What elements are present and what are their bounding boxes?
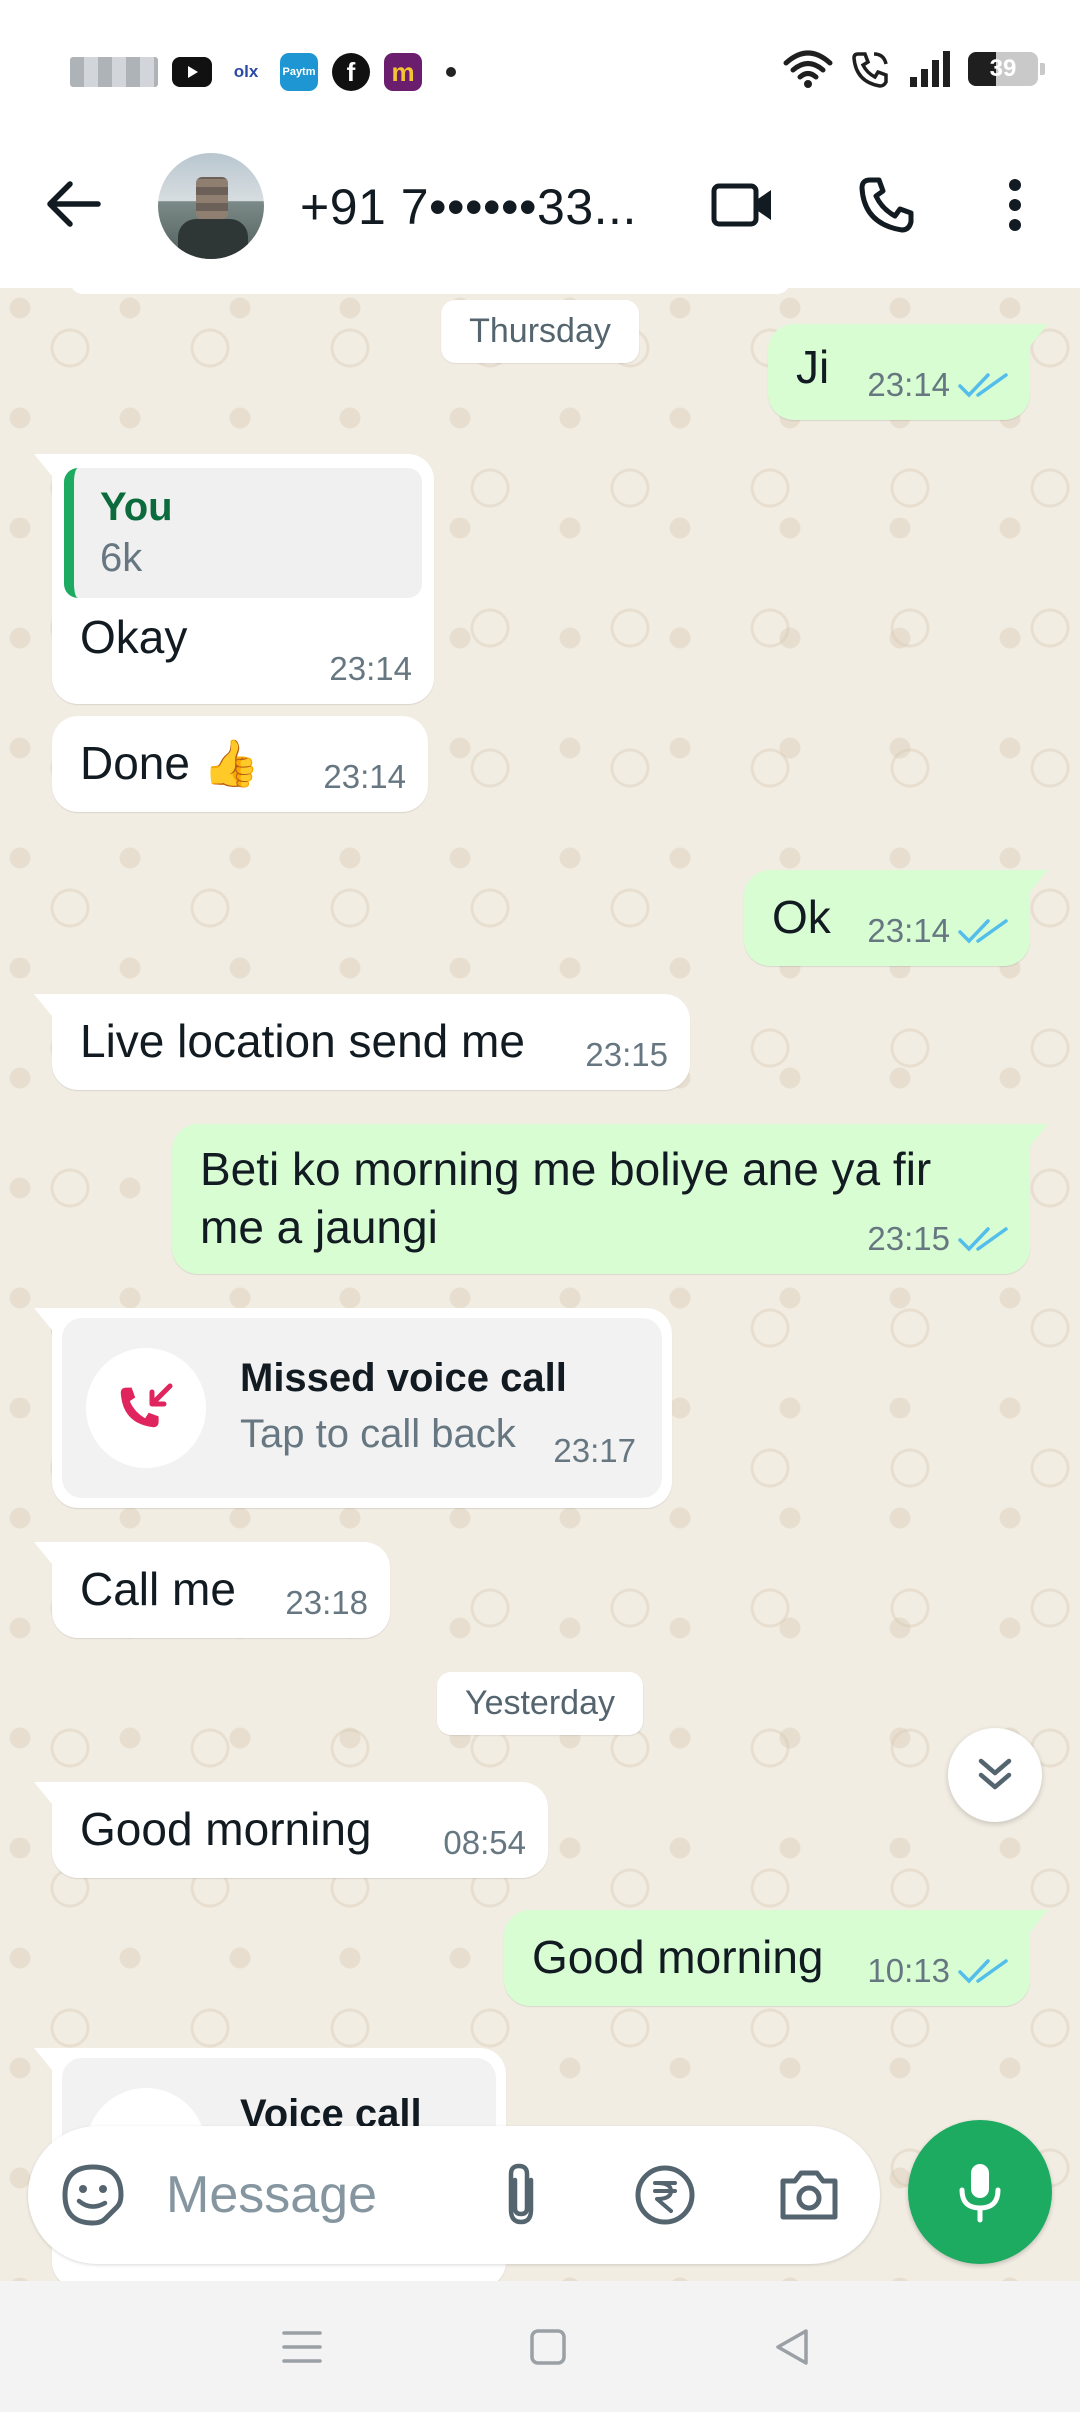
date-separator-yesterday: Yesterday xyxy=(437,1672,643,1735)
message-time: 23:15 xyxy=(585,1036,668,1073)
message-time: 23:14 xyxy=(867,366,950,403)
message-meta: 23:14 xyxy=(323,758,406,796)
wifi-icon xyxy=(783,50,833,88)
attach-button[interactable] xyxy=(486,2160,556,2230)
message-time: 10:13 xyxy=(867,1952,950,1989)
paytm-icon: Paytm xyxy=(280,53,318,91)
message-meta: 23:14 xyxy=(329,650,412,688)
olx-icon: olx xyxy=(233,62,259,81)
avatar-face-blurred xyxy=(196,177,228,219)
message-bubble-outgoing[interactable]: Good morning 10:13 xyxy=(504,1910,1048,2006)
message-input-bar xyxy=(28,2126,880,2264)
microphone-icon xyxy=(959,2164,1001,2223)
facebook-icon: f xyxy=(332,53,370,91)
double-check-icon xyxy=(958,919,1008,944)
meesho-icon: m xyxy=(384,53,422,91)
message-input[interactable] xyxy=(166,2156,466,2234)
message-time: 23:17 xyxy=(553,1432,636,1469)
back-button[interactable] xyxy=(42,172,106,236)
message-meta: 23:14 xyxy=(867,366,1008,404)
sticker-button[interactable] xyxy=(58,2160,128,2230)
paperclip-icon xyxy=(508,2163,534,2225)
status-bar-right: 39 xyxy=(782,48,1045,90)
call-subtitle: Tap to call back xyxy=(240,1412,516,1456)
missed-call-icon-circle xyxy=(86,1348,206,1468)
time-blurred xyxy=(70,57,158,87)
status-bar-left: olx Paytm f m xyxy=(70,50,456,94)
quoted-text: 6k xyxy=(100,536,143,580)
message-bubble-outgoing[interactable]: Ji 23:14 xyxy=(768,324,1048,420)
video-camera-icon xyxy=(711,183,771,227)
message-text: Live location send me xyxy=(80,1015,525,1067)
youtube-icon xyxy=(172,57,212,87)
phone-icon xyxy=(859,177,914,233)
payment-button[interactable] xyxy=(630,2160,700,2230)
notification-dot-icon xyxy=(446,67,456,77)
avatar[interactable] xyxy=(158,153,264,259)
message-bubble-incoming[interactable]: Good morning 08:54 xyxy=(34,1782,548,1878)
sticker-icon xyxy=(62,2164,124,2226)
voice-message-button[interactable] xyxy=(908,2120,1052,2264)
quoted-message[interactable]: You 6k xyxy=(64,468,422,598)
wifi-calling-icon xyxy=(852,52,888,88)
camera-button[interactable] xyxy=(774,2160,844,2230)
status-bar: olx Paytm f m 39 xyxy=(0,0,1080,140)
menu-lines-icon xyxy=(282,2331,322,2363)
scroll-to-bottom-button[interactable] xyxy=(948,1728,1042,1822)
video-call-button[interactable] xyxy=(708,170,778,240)
square-home-icon xyxy=(530,2329,566,2365)
message-bubble-incoming[interactable]: You 6k Okay 23:14 xyxy=(34,454,434,704)
message-time: 23:14 xyxy=(329,650,412,687)
message-time: 23:14 xyxy=(867,912,950,949)
previous-message-bubble xyxy=(70,288,790,294)
missed-call-icon xyxy=(120,1383,173,1428)
arrow-left-icon xyxy=(47,181,101,227)
message-time: 23:15 xyxy=(867,1220,950,1257)
message-bubble-incoming[interactable]: Done 👍 23:14 xyxy=(52,716,428,812)
voice-call-button[interactable] xyxy=(852,170,922,240)
more-vertical-icon xyxy=(1009,179,1021,231)
triangle-back-icon xyxy=(776,2329,808,2365)
home-button[interactable] xyxy=(516,2315,580,2379)
message-time: 23:14 xyxy=(323,758,406,795)
double-check-icon xyxy=(958,1227,1008,1252)
message-meta: 23:15 xyxy=(585,1036,668,1074)
double-check-icon xyxy=(958,1959,1008,1984)
battery-level: 39 xyxy=(989,55,1017,82)
recent-apps-button[interactable] xyxy=(270,2315,334,2379)
date-separator-thursday: Thursday xyxy=(441,300,639,363)
battery-icon: 39 xyxy=(968,52,1045,86)
camera-icon xyxy=(780,2170,838,2220)
message-meta: 23:14 xyxy=(867,912,1008,950)
message-bubble-outgoing[interactable]: Ok 23:14 xyxy=(744,870,1048,966)
signal-icon xyxy=(910,51,950,87)
back-navigation-button[interactable] xyxy=(760,2315,824,2379)
chat-area[interactable]: Thursday Ji 23:14 You 6k Okay 23:14 Done… xyxy=(0,288,1080,2281)
avatar-body xyxy=(178,219,248,259)
contact-name[interactable]: +91 7••••••33... xyxy=(300,178,637,236)
message-bubble-incoming[interactable]: Call me 23:18 xyxy=(34,1542,390,1638)
message-bubble-incoming[interactable]: Live location send me 23:15 xyxy=(34,994,690,1090)
message-meta: 08:54 xyxy=(443,1824,526,1862)
chat-header: +91 7••••••33... xyxy=(0,140,1080,288)
message-time: 23:18 xyxy=(285,1584,368,1621)
double-chevron-down-icon xyxy=(978,1758,1012,1790)
message-time: 08:54 xyxy=(443,1824,526,1861)
rupee-icon xyxy=(635,2165,695,2225)
message-bubble-outgoing[interactable]: Beti ko morning me boliye ane ya fir me … xyxy=(172,1124,1048,1274)
message-meta: 23:15 xyxy=(867,1220,1008,1258)
more-options-button[interactable] xyxy=(980,170,1050,240)
double-check-icon xyxy=(958,373,1008,398)
call-title: Missed voice call xyxy=(240,1356,567,1400)
message-bubble-incoming[interactable]: Missed voice call Tap to call back 23:17 xyxy=(34,1308,672,1508)
quoted-sender: You xyxy=(100,485,173,529)
system-navigation-bar xyxy=(0,2281,1080,2412)
message-meta: 23:18 xyxy=(285,1584,368,1622)
message-meta: 10:13 xyxy=(867,1952,1008,1990)
missed-call-card[interactable]: Missed voice call Tap to call back 23:17 xyxy=(62,1318,662,1498)
